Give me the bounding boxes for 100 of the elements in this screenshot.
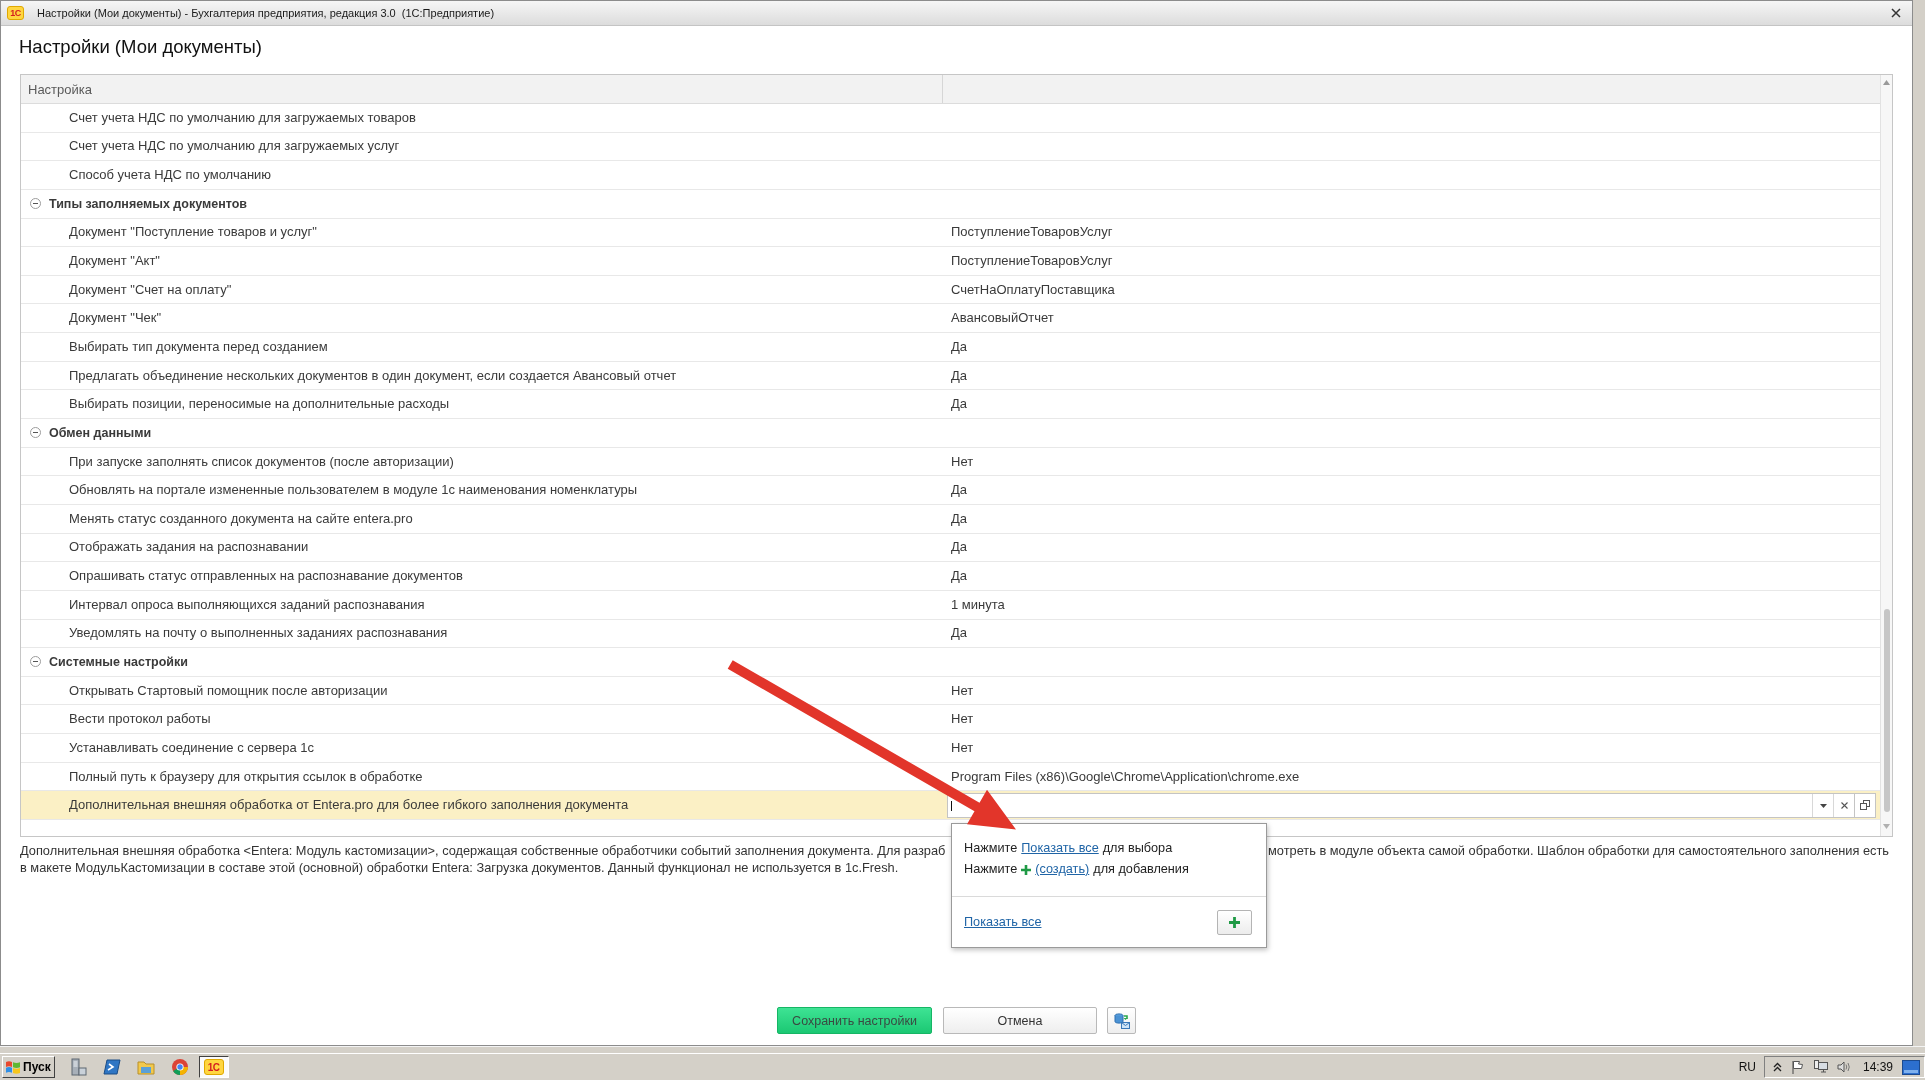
create-link[interactable]: (создать) <box>1035 859 1090 880</box>
hint-text: Нажмите (создать) для добавления <box>964 859 1254 880</box>
setting-value: Да <box>951 339 968 354</box>
close-icon <box>1891 8 1901 18</box>
speaker-icon[interactable] <box>1836 1060 1851 1074</box>
group-label: Типы заполняемых документов <box>49 196 247 211</box>
network-icon[interactable] <box>1813 1060 1828 1074</box>
description-text: мотреть в модуле объекта самой обработки. Шаблон обработки для самостоятельного заполнения есть <box>1268 842 1889 859</box>
setting-value: АвансовыйОтчет <box>951 311 1054 326</box>
table-row[interactable]: Отображать задания на распознавании Да <box>21 533 1880 563</box>
scrollbar[interactable] <box>1880 75 1892 836</box>
server-icon <box>68 1058 87 1076</box>
table-row[interactable]: Документ "Счет на оплату" СчетНаОплатуПоставщика <box>21 275 1880 305</box>
text-cursor-icon <box>951 801 952 812</box>
show-desktop-icon[interactable] <box>1902 1059 1920 1075</box>
setting-name: Документ "Счет на оплату" <box>69 282 232 297</box>
description-text: в макете МодульКастомизации в составе этой (основной) обработки Entera: Загрузка документов. Данный функционал не используется в 1с.Fresh. <box>20 859 899 876</box>
table-row[interactable]: Документ "Поступление товаров и услуг" ПоступлениеТоваровУслуг <box>21 218 1880 248</box>
caret-down-icon <box>1819 801 1827 809</box>
setting-name: Устанавливать соединение с сервера 1с <box>69 740 315 755</box>
plus-icon <box>1229 916 1240 928</box>
setting-name: Открывать Стартовый помощник после авторизации <box>69 683 388 698</box>
setting-value: Нет <box>951 454 974 469</box>
start-logo-icon <box>5 1060 21 1074</box>
setting-name: Обновлять на портале измененные пользователем в модуле 1с наименования номенклатуры <box>69 483 638 498</box>
setting-value: Да <box>951 397 968 412</box>
group-label: Системные настройки <box>49 655 188 669</box>
table-row[interactable]: Менять статус созданного документа на сайте entera.pro Да <box>21 504 1880 534</box>
setting-name: Дополнительная внешняя обработка от Entera.pro для более гибкого заполнения документа <box>69 798 629 813</box>
scrollbar-thumb[interactable] <box>1883 609 1890 812</box>
table-row[interactable]: Документ "Акт" ПоступлениеТоваровУслуг <box>21 247 1880 276</box>
squares-icon <box>1860 800 1870 811</box>
app-logo: 1С <box>7 6 24 20</box>
table-row[interactable]: Счет учета НДС по умолчанию для загружаемых товаров <box>21 104 1880 133</box>
table-row[interactable]: Обновлять на портале измененные пользователем в модуле 1с наименования номенклатуры Да <box>21 476 1880 505</box>
table-row[interactable]: Выбирать тип документа перед созданием Да <box>21 333 1880 362</box>
flag-icon[interactable] <box>1790 1060 1805 1074</box>
form-title: Настройки (Мои документы) <box>19 35 262 59</box>
setting-value: Да <box>951 483 968 498</box>
add-button[interactable] <box>1217 909 1252 935</box>
table-row[interactable]: Документ "Чек" АвансовыйОтчет <box>21 304 1880 334</box>
setting-name: Способ учета НДС по умолчанию <box>69 168 272 183</box>
setting-value: Нет <box>951 683 974 698</box>
collapse-icon[interactable] <box>30 656 41 668</box>
window-title: Настройки (Мои документы) - Бухгалтерия предприятия, редакция 3.0 (1С:Предприятие) <box>37 7 496 19</box>
database-mail-icon <box>1113 1012 1130 1029</box>
show-all-link[interactable]: Показать все <box>1021 838 1099 859</box>
clock[interactable]: 14:39 <box>1862 1060 1893 1074</box>
group-row[interactable]: Обмен данными <box>21 419 1880 448</box>
start-button[interactable]: Пуск <box>2 1056 55 1078</box>
setting-value: 1 минута <box>951 597 1005 612</box>
setting-value: Да <box>951 540 968 555</box>
setting-name: Выбирать тип документа перед созданием <box>69 339 328 354</box>
setting-name: Менять статус созданного документа на сайте entera.pro <box>69 511 413 526</box>
table-row[interactable]: При запуске заполнять список документов (после авторизации) Нет <box>21 447 1880 477</box>
app-logo: 1С <box>203 1059 224 1075</box>
setting-name: Отображать задания на распознавании <box>69 540 309 555</box>
setting-value: Да <box>951 368 968 383</box>
language-indicator[interactable]: RU <box>1738 1060 1756 1074</box>
input-field[interactable] <box>947 792 1855 818</box>
collapse-icon[interactable] <box>30 198 41 210</box>
chevron-up-icon[interactable] <box>1772 1062 1782 1072</box>
setting-value: Да <box>951 569 968 584</box>
table-row[interactable]: Опрашивать статус отправленных на распознавание документов Да <box>21 562 1880 591</box>
table-row[interactable]: Уведомлять на почту о выполненных заданиях распознавания Да <box>21 619 1880 649</box>
save-button[interactable]: Сохранить настройки <box>777 1007 932 1034</box>
cancel-button[interactable]: Отмена <box>943 1007 1097 1034</box>
table-row[interactable]: Выбирать позиции, переносимые на дополнительные расходы Да <box>21 390 1880 420</box>
group-row[interactable]: Типы заполняемых документов <box>21 189 1880 219</box>
clear-icon <box>1840 801 1848 809</box>
setting-name: Полный путь к браузеру для открытия ссылок в обработке <box>69 769 423 784</box>
setting-name: Документ "Поступление товаров и услуг" <box>69 225 317 240</box>
taskbar-app-button[interactable]: 1С <box>198 1056 229 1078</box>
table-row[interactable]: Способ учета НДС по умолчанию <box>21 161 1880 190</box>
setting-value: Нет <box>951 740 974 755</box>
open-button[interactable] <box>1855 792 1876 818</box>
setting-name: Счет учета НДС по умолчанию для загружаемых товаров <box>69 110 416 125</box>
hint-text: Нажмите Показать все для выбора <box>964 838 1254 859</box>
setting-value: ПоступлениеТоваровУслуг <box>951 254 1113 268</box>
show-all-link[interactable]: Показать все <box>964 915 1042 929</box>
export-button[interactable] <box>1107 1007 1136 1034</box>
setting-name: Интервал опроса выполняющихся заданий распознавания <box>69 597 425 612</box>
scroll-up-icon[interactable] <box>1883 80 1890 85</box>
setting-value: СчетНаОплатуПоставщика <box>951 282 1115 297</box>
table-row[interactable]: Дополнительная внешняя обработка от Entera.pro для более гибкого заполнения документа <box>21 791 1880 820</box>
setting-name: Счет учета НДС по умолчанию для загружаемых услуг <box>69 139 400 154</box>
setting-name: Уведомлять на почту о выполненных заданиях распознавания <box>69 626 448 641</box>
setting-name: Вести протокол работы <box>69 712 211 727</box>
setting-name: Опрашивать статус отправленных на распознавание документов <box>69 569 463 584</box>
setting-name: Документ "Акт" <box>69 254 160 268</box>
group-label: Обмен данными <box>49 425 152 440</box>
setting-value: ПоступлениеТоваровУслуг <box>951 225 1113 240</box>
setting-value: Да <box>951 511 968 526</box>
setting-name: При запуске заполнять список документов (после авторизации) <box>69 454 454 469</box>
collapse-icon[interactable] <box>30 427 41 439</box>
terminal-icon <box>102 1058 121 1076</box>
table-row[interactable]: Счет учета НДС по умолчанию для загружаемых услуг <box>21 132 1880 162</box>
table-row[interactable]: Предлагать объединение нескольких документов в один документ, если создается Авансовый отчет Да <box>21 361 1880 391</box>
setting-name: Предлагать объединение нескольких документов в один документ, если создается Авансовый отчет <box>69 368 677 383</box>
table-row[interactable]: Интервал опроса выполняющихся заданий распознавания 1 минута <box>21 590 1880 620</box>
